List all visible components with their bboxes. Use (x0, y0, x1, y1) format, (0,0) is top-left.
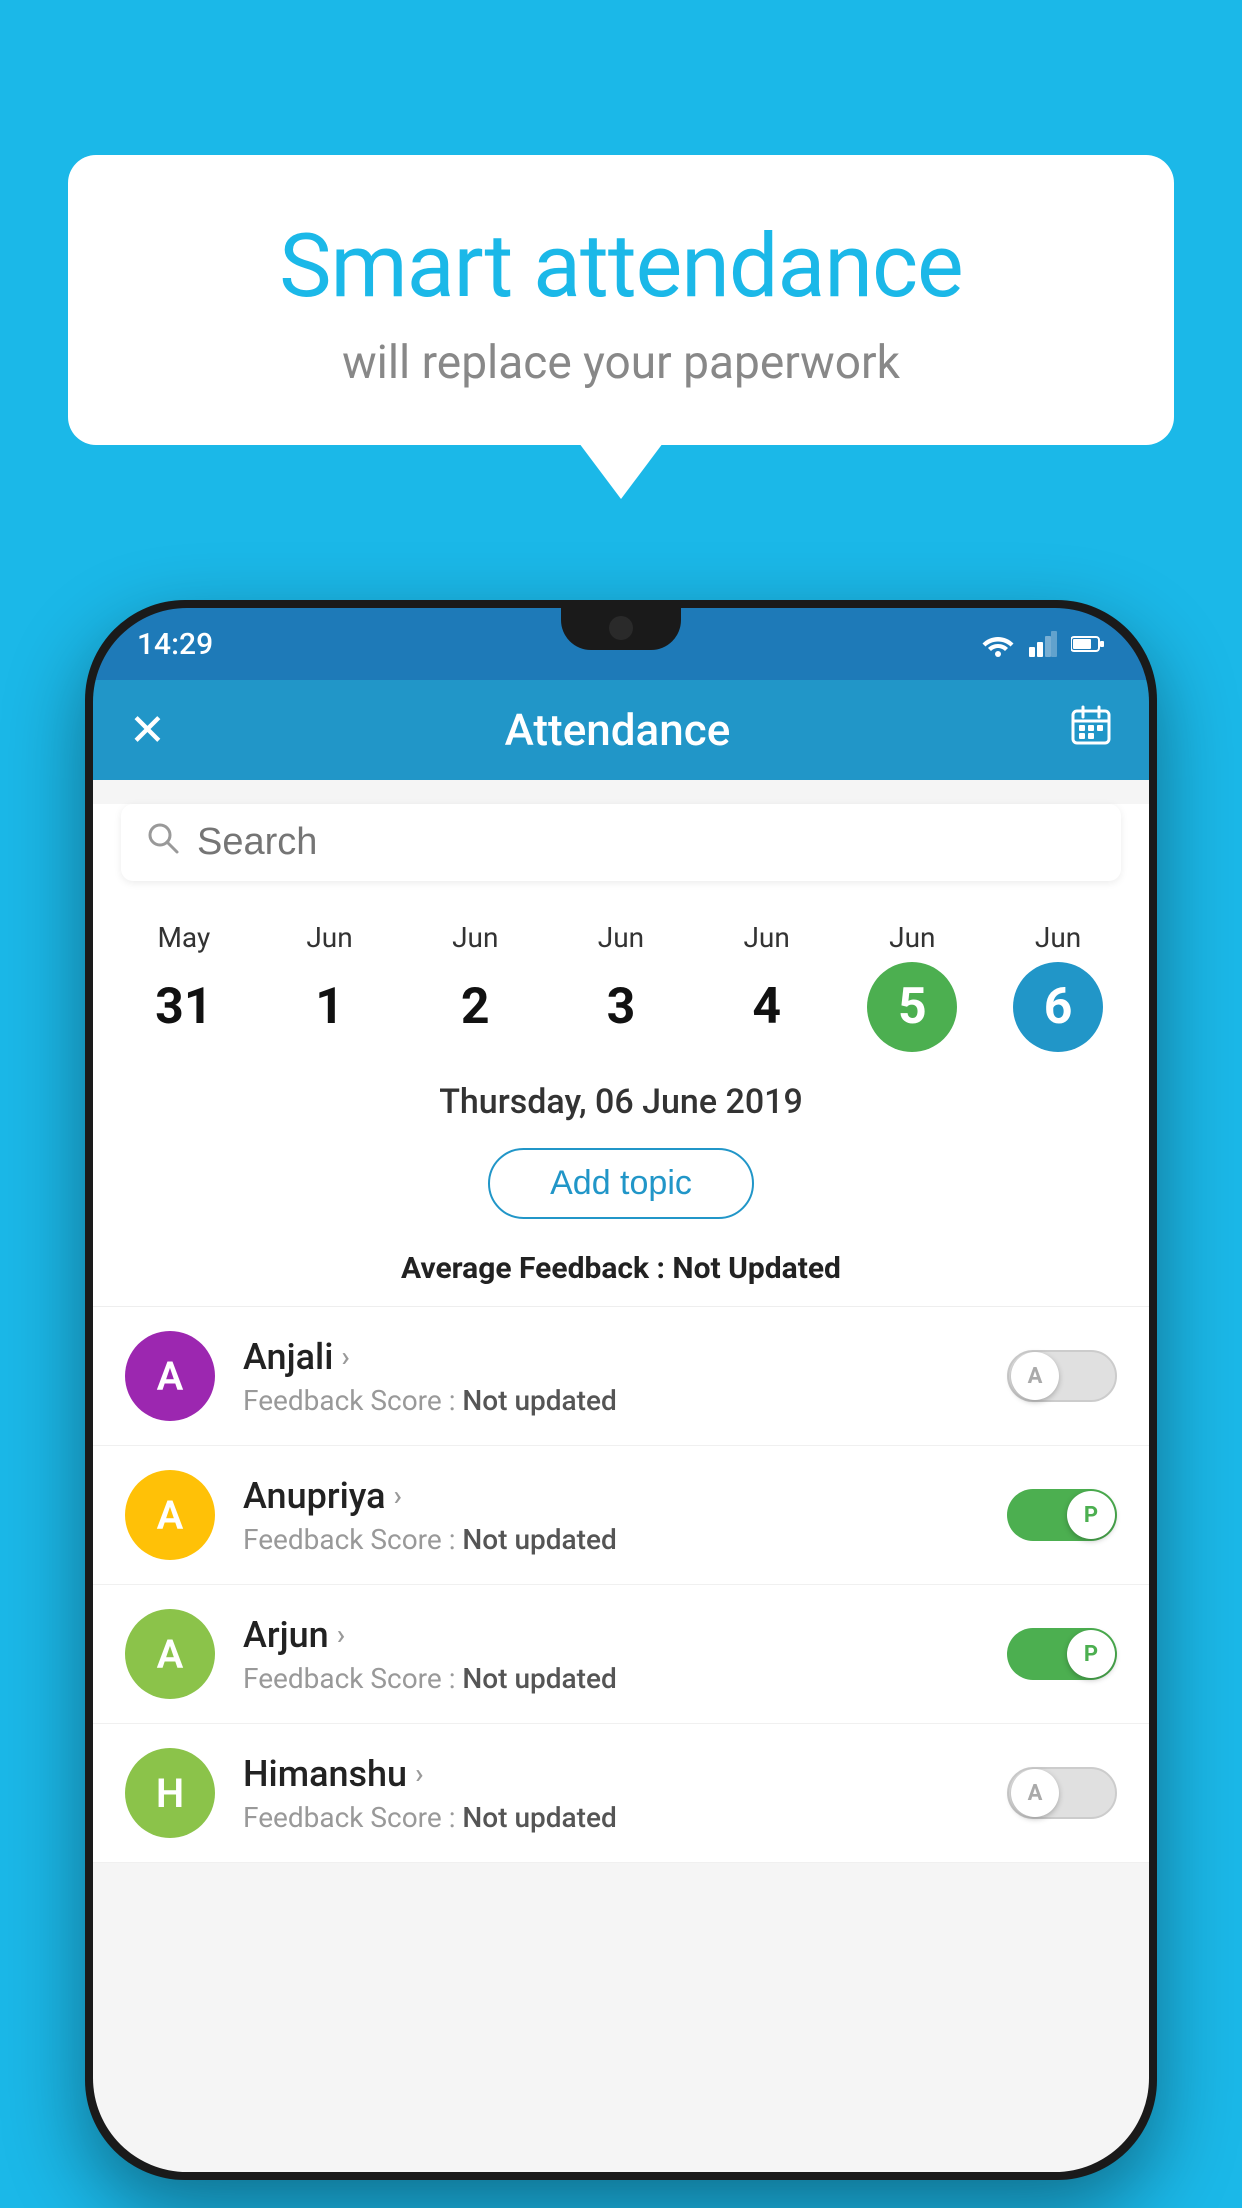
calendar-day-2[interactable]: Jun 2 (430, 921, 520, 1052)
phone-frame: 14:29 (85, 600, 1157, 2180)
feedback-value: Not Updated (672, 1251, 841, 1286)
calendar-day-3[interactable]: Jun 3 (576, 921, 666, 1052)
toggle-switch[interactable]: P (1007, 1489, 1117, 1541)
app-bar: ✕ Attendance (93, 680, 1149, 780)
student-name: Anjali › (243, 1336, 1007, 1378)
calendar-day-4[interactable]: Jun 4 (722, 921, 812, 1052)
student-avatar: H (125, 1748, 215, 1838)
camera-notch (609, 616, 633, 640)
student-avatar: A (125, 1609, 215, 1699)
student-item-0[interactable]: AAnjali ›Feedback Score : Not updatedA (93, 1307, 1149, 1446)
main-content: May 31 Jun 1 Jun 2 Jun 3 Jun 4 Jun 5 Jun 6 Thursday, … (93, 804, 1149, 1863)
status-bar: 14:29 (93, 608, 1149, 680)
search-icon (145, 820, 181, 865)
speech-bubble-wrapper: Smart attendance will replace your paper… (68, 155, 1174, 445)
student-info: Anjali › Feedback Score : Not updated (243, 1336, 1007, 1417)
speech-bubble: Smart attendance will replace your paper… (68, 155, 1174, 445)
student-item-2[interactable]: A Arjun › Feedback Score : Not updated P (93, 1585, 1149, 1724)
toggle-switch[interactable]: A (1007, 1350, 1117, 1402)
student-info: Anupriya › Feedback Score : Not updated (243, 1475, 1007, 1556)
student-feedback: Feedback Score : Not updated (243, 1662, 1007, 1695)
bubble-title: Smart attendance (128, 215, 1114, 318)
calendar-icon[interactable] (1069, 703, 1113, 758)
student-feedback: Feedback Score : Not updated (243, 1384, 1007, 1417)
attendance-toggle[interactable]: A (1007, 1767, 1117, 1819)
student-name: Arjun › (243, 1614, 1007, 1656)
status-icons (981, 631, 1105, 657)
add-topic-container: Add topic (93, 1132, 1149, 1241)
cal-number: 2 (430, 962, 520, 1052)
toggle-knob: P (1067, 1630, 1115, 1678)
toggle-switch[interactable]: A (1007, 1767, 1117, 1819)
calendar-day-6[interactable]: Jun 6 (1013, 921, 1103, 1052)
feedback-label: Average Feedback : (401, 1251, 665, 1286)
cal-month: May (157, 921, 210, 954)
feedback-summary: Average Feedback : Not Updated (93, 1241, 1149, 1307)
wifi-icon (981, 631, 1015, 657)
student-list: AAnjali ›Feedback Score : Not updatedAAA… (93, 1307, 1149, 1863)
toggle-knob: A (1011, 1769, 1059, 1817)
attendance-toggle[interactable]: P (1007, 1489, 1117, 1541)
cal-month: Jun (1035, 921, 1081, 954)
status-time: 14:29 (137, 627, 213, 662)
student-info: Arjun › Feedback Score : Not updated (243, 1614, 1007, 1695)
toggle-knob: A (1011, 1352, 1059, 1400)
cal-month: Jun (889, 921, 935, 954)
cal-month: Jun (452, 921, 498, 954)
student-feedback: Feedback Score : Not updated (243, 1801, 1007, 1834)
student-avatar: A (125, 1331, 215, 1421)
app-bar-title: Attendance (505, 704, 731, 756)
add-topic-button[interactable]: Add topic (488, 1148, 754, 1219)
date-display: Thursday, 06 June 2019 (93, 1060, 1149, 1132)
calendar-day-1[interactable]: Jun 1 (285, 921, 375, 1052)
cal-number: 4 (722, 962, 812, 1052)
phone-inner: 14:29 (93, 608, 1149, 2172)
calendar-day-5[interactable]: Jun 5 (867, 921, 957, 1052)
toggle-knob: P (1067, 1491, 1115, 1539)
search-input[interactable] (197, 821, 1097, 864)
attendance-toggle[interactable]: A (1007, 1350, 1117, 1402)
calendar-day-0[interactable]: May 31 (139, 921, 229, 1052)
student-name: Himanshu › (243, 1753, 1007, 1795)
cal-number: 31 (139, 962, 229, 1052)
screen-content: May 31 Jun 1 Jun 2 Jun 3 Jun 4 Jun 5 Jun 6 Thursday, … (93, 780, 1149, 2172)
cal-number: 5 (867, 962, 957, 1052)
student-avatar: A (125, 1470, 215, 1560)
toggle-switch[interactable]: P (1007, 1628, 1117, 1680)
close-icon[interactable]: ✕ (129, 704, 166, 756)
cal-number: 3 (576, 962, 666, 1052)
student-item-3[interactable]: H Himanshu › Feedback Score : Not updatedA (93, 1724, 1149, 1863)
bubble-subtitle: will replace your paperwork (128, 336, 1114, 390)
signal-icon (1029, 631, 1057, 657)
cal-month: Jun (306, 921, 352, 954)
student-feedback: Feedback Score : Not updated (243, 1523, 1007, 1556)
student-info: Himanshu › Feedback Score : Not updated (243, 1753, 1007, 1834)
notch (561, 608, 681, 650)
search-container (121, 804, 1121, 881)
battery-icon (1071, 634, 1105, 654)
cal-number: 6 (1013, 962, 1103, 1052)
cal-month: Jun (598, 921, 644, 954)
cal-month: Jun (743, 921, 789, 954)
cal-number: 1 (285, 962, 375, 1052)
student-item-1[interactable]: A Anupriya › Feedback Score : Not updated P (93, 1446, 1149, 1585)
calendar-row: May 31 Jun 1 Jun 2 Jun 3 Jun 4 Jun 5 Jun 6 (93, 905, 1149, 1060)
attendance-toggle[interactable]: P (1007, 1628, 1117, 1680)
student-name: Anupriya › (243, 1475, 1007, 1517)
